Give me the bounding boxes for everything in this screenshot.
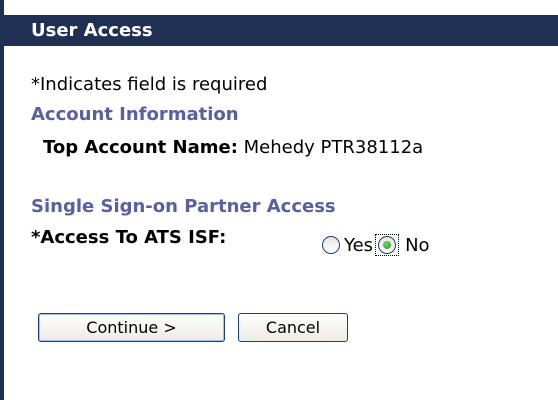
panel-title: User Access [4, 15, 558, 46]
required-field-note: *Indicates field is required [31, 74, 268, 95]
cancel-button[interactable]: Cancel [238, 313, 348, 342]
top-account-value: Mehedy PTR38112a [243, 137, 424, 158]
account-information-heading: Account Information [31, 104, 239, 125]
access-ats-isf-row: *Access To ATS ISF: [31, 226, 226, 250]
top-account-row: Top Account Name: Mehedy PTR38112a [43, 136, 423, 160]
radio-yes[interactable] [322, 236, 340, 254]
sso-partner-access-heading: Single Sign-on Partner Access [31, 196, 336, 217]
radio-no-focus-outline [375, 234, 400, 256]
access-ats-isf-label: *Access To ATS ISF: [31, 227, 227, 248]
radio-yes-label[interactable]: Yes [344, 235, 373, 256]
user-access-panel: User Access *Indicates field is required… [0, 0, 558, 400]
radio-no[interactable] [378, 236, 397, 254]
radio-no-label[interactable]: No [405, 235, 429, 256]
top-account-label: Top Account Name: [43, 137, 238, 158]
access-ats-isf-radio-group: Yes No [322, 232, 430, 258]
continue-button[interactable]: Continue > [38, 313, 225, 342]
